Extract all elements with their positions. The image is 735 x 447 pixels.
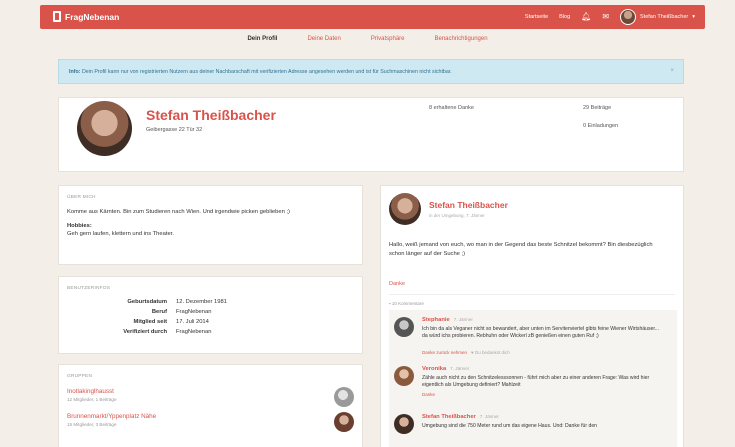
tab-privatsphaere[interactable]: Privatsphäre: [371, 36, 405, 42]
comment-header: Veronika 7. Jänner: [422, 366, 469, 372]
comment-count[interactable]: ▪ 10 Kommentare: [389, 301, 424, 306]
group-meta: 12 Mitglieder, 1 Beiträge: [67, 397, 117, 402]
top-nav-links: Startseite Blog 🔔︎ ✉︎ Stefan Theißbacher…: [525, 5, 695, 29]
nav-link-startseite[interactable]: Startseite: [525, 14, 548, 20]
info-alert: Info: Dein Profil kann nur von registrie…: [58, 59, 684, 84]
comment-author[interactable]: Stephanie: [422, 317, 450, 323]
bell-icon[interactable]: 🔔︎: [581, 13, 591, 21]
info-key: Geburtsdatum: [127, 299, 167, 305]
profile-avatar: [77, 101, 132, 156]
group-meta: 15 Mitglieder, 3 Beiträge: [67, 422, 117, 427]
avatar: [394, 414, 414, 434]
comment-text: Umgebung sind die 750 Meter rund um das …: [422, 423, 597, 429]
post-meta: in der Umgebung, 7. Jänner: [429, 213, 485, 218]
info-value: FragNebenan: [176, 309, 212, 315]
thanks-button[interactable]: Danke: [389, 281, 405, 287]
brand-logo-link[interactable]: FragNebenan: [53, 11, 119, 22]
about-me-card: ÜBER MICH Komme aus Kärnten. Bin zum Stu…: [58, 185, 363, 265]
stat-thanks: 8 erhaltene Danke: [429, 105, 474, 111]
group-thumbnail: [334, 387, 354, 407]
avatar: [620, 9, 637, 25]
info-value: 12. Dezember 1981: [176, 299, 227, 305]
info-text: Dein Profil kann nur von registrierten N…: [81, 69, 452, 75]
top-navbar: FragNebenan Startseite Blog 🔔︎ ✉︎ Stefan…: [40, 5, 705, 29]
group-thumbnail: [334, 412, 354, 432]
brand-icon: [53, 11, 61, 22]
comment-actions: Danke zurück nehmen ♥ Du bedankst dich: [422, 350, 510, 355]
groups-card: GRUPPEN Inotlakinglhausst 12 Mitglieder,…: [58, 364, 363, 447]
profile-address: Geibergasse 22 Tür 32: [146, 127, 203, 133]
group-name[interactable]: Inotlakinglhausst: [67, 388, 117, 395]
comment-date: 7. Jänner: [450, 366, 470, 371]
comment-date: 7. Jänner: [479, 414, 499, 419]
post-author[interactable]: Stefan Theißbacher: [429, 200, 508, 210]
post-author-avatar[interactable]: [389, 193, 421, 225]
comment-header: Stephanie 7. Jänner: [422, 317, 473, 323]
thanked-note: ♥ Du bedankst dich: [471, 350, 510, 355]
nav-link-blog[interactable]: Blog: [559, 14, 570, 20]
comment-list: Stephanie 7. Jänner Ich bin da als Vegane…: [389, 310, 677, 447]
thanked-note-text: Du bedankst dich: [474, 350, 510, 355]
group-name[interactable]: Brunnenmarkt/Yppenplatz Nähe: [67, 413, 156, 420]
comment-author[interactable]: Stefan Theißbacher: [422, 414, 476, 420]
user-name: Stefan Theißbacher: [640, 14, 689, 20]
profile-header-card: Stefan Theißbacher Geibergasse 22 Tür 32…: [58, 97, 684, 172]
post-text: Hallo, weiß jemand von euch, wo man in d…: [389, 242, 653, 257]
tab-dein-profil[interactable]: Dein Profil: [247, 36, 277, 42]
group-item[interactable]: Inotlakinglhausst 12 Mitglieder, 1 Beitr…: [67, 388, 117, 402]
thanks-button[interactable]: Danke: [422, 392, 435, 397]
close-icon[interactable]: ×: [670, 68, 674, 74]
mail-icon[interactable]: ✉︎: [602, 13, 609, 21]
user-menu[interactable]: Stefan Theißbacher ▾: [620, 9, 695, 25]
user-info-card: BENUTZERINFOS Geburtsdatum 12. Dezember …: [58, 276, 363, 354]
chevron-down-icon: ▾: [692, 14, 695, 20]
stat-invites: 0 Einladungen: [583, 123, 619, 129]
tab-deine-daten[interactable]: Deine Daten: [307, 36, 340, 42]
comment-text: Zähle auch nicht zu den Schnitzelesssonn…: [422, 375, 650, 389]
unthank-button[interactable]: Danke zurück nehmen: [422, 350, 467, 355]
hobbies-text: Geh gern laufen, klettern und ins Theate…: [67, 231, 174, 237]
stat-posts: 29 Beiträge: [583, 105, 612, 111]
tab-benachrichtigungen[interactable]: Benachrichtigungen: [435, 36, 488, 42]
section-title: ÜBER MICH: [67, 195, 96, 200]
post-card: Stefan Theißbacher in der Umgebung, 7. J…: [380, 185, 684, 447]
divider: [389, 294, 675, 295]
info-value: 17. Juli 2014: [176, 319, 209, 325]
info-prefix: Info:: [69, 69, 81, 75]
brand-name: FragNebenan: [65, 11, 120, 22]
about-text: Komme aus Kärnten. Bin zum Studieren nac…: [67, 209, 290, 215]
section-title: BENUTZERINFOS: [67, 286, 111, 291]
section-title: GRUPPEN: [67, 374, 93, 379]
hobbies-label: Hobbies:: [67, 222, 92, 229]
comment-count-label: 10 Kommentare: [391, 301, 424, 306]
avatar: [394, 317, 414, 337]
profile-tabs: Dein Profil Deine Daten Privatsphäre Ben…: [0, 36, 735, 42]
info-value: FragNebenan: [176, 329, 212, 335]
info-key: Mitglied seit: [133, 319, 168, 325]
comment-text: Ich bin da als Veganer nicht so bewander…: [422, 326, 659, 340]
info-key: Beruf: [151, 309, 167, 315]
profile-name: Stefan Theißbacher: [146, 107, 276, 123]
comment-header: Stefan Theißbacher 7. Jänner: [422, 414, 499, 420]
group-item[interactable]: Brunnenmarkt/Yppenplatz Nähe 15 Mitglied…: [67, 413, 156, 427]
avatar: [394, 366, 414, 386]
info-key: Verifiziert durch: [123, 329, 167, 335]
comment-date: 7. Jänner: [453, 317, 473, 322]
comment-author[interactable]: Veronika: [422, 366, 446, 372]
